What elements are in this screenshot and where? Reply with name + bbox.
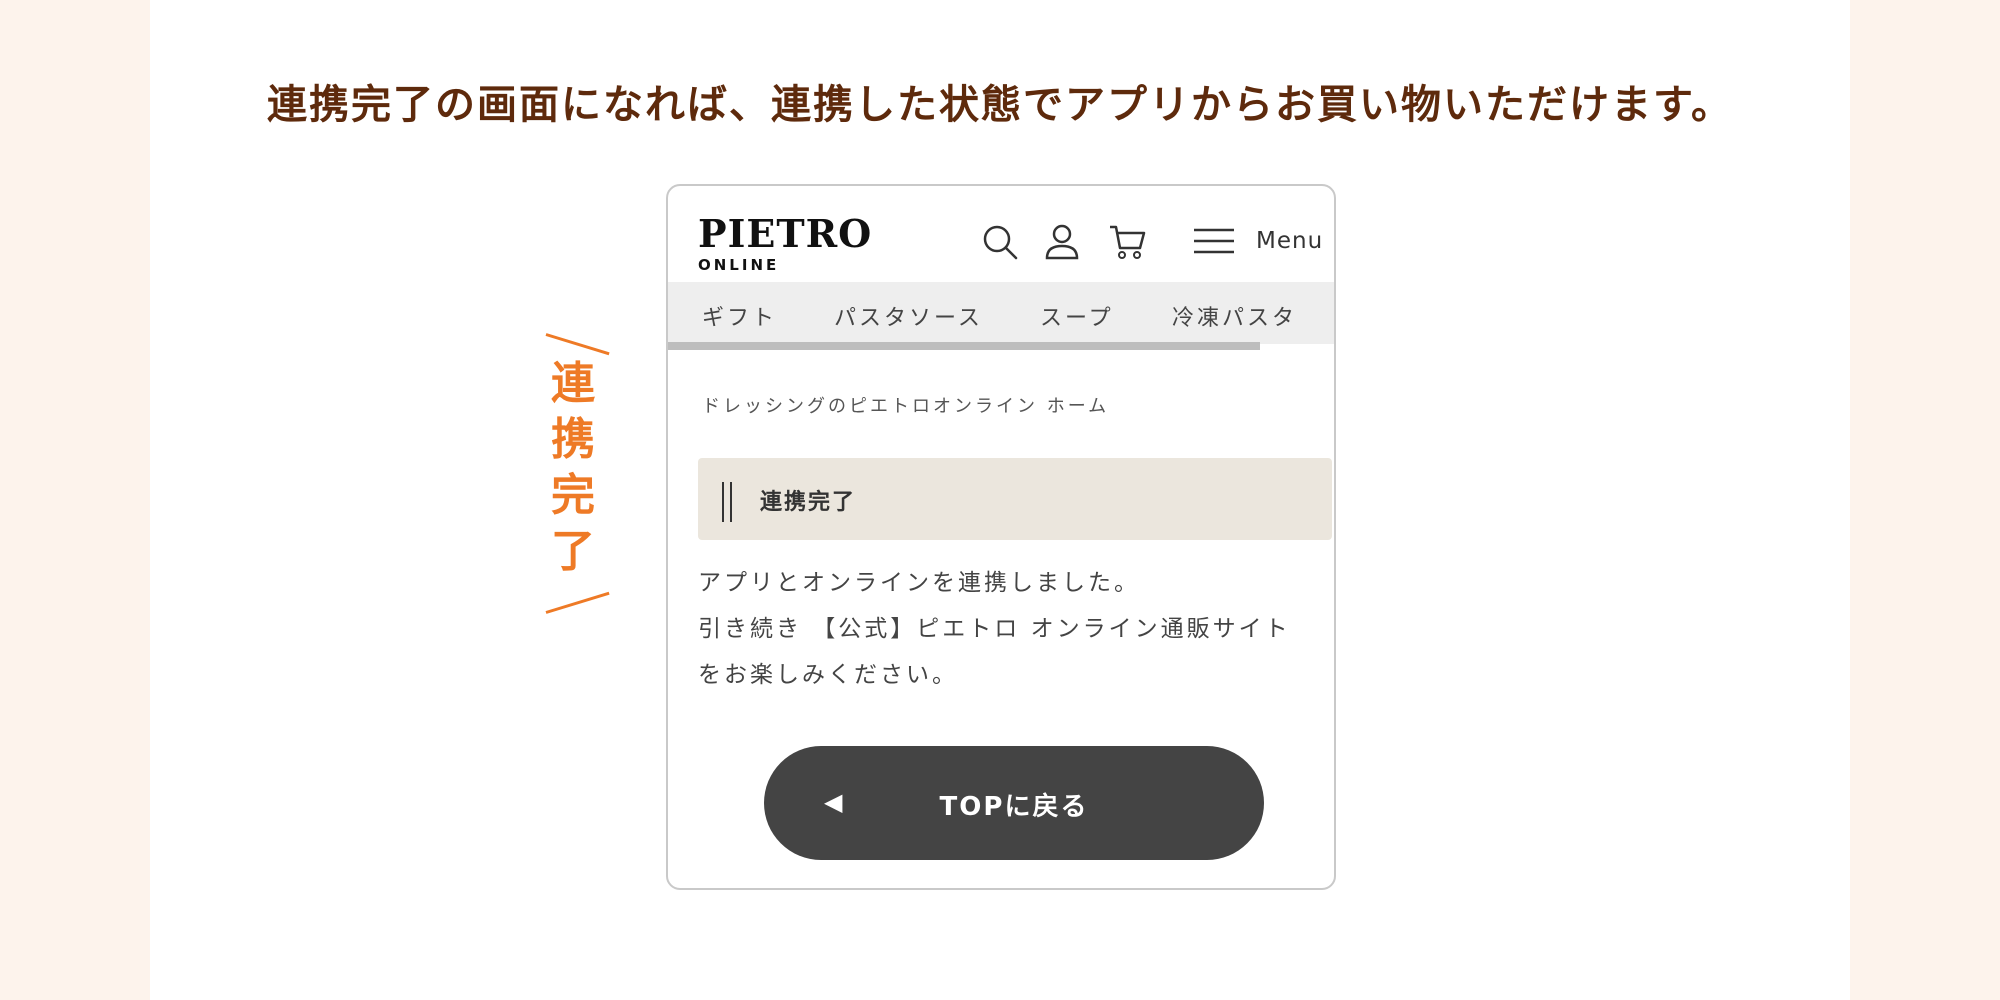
message-line: 引き続き 【公式】ピエトロ オンライン通販サイト (698, 616, 1291, 642)
message-line: をお楽しみください。 (698, 662, 958, 688)
search-icon[interactable] (980, 222, 1020, 266)
category-pasta-sauce[interactable]: パスタソース (834, 300, 983, 332)
notice-title: 連携完了 (760, 490, 857, 515)
logo-sub-text: ONLINE (698, 256, 780, 274)
phone-screen: PIETRO ONLINE Menu ギフト パスタソース スープ 冷凍パスタ … (666, 184, 1336, 890)
page-headline: 連携完了の画面になれば、連携した状態でアプリからお買い物いただけます。 (267, 82, 1733, 128)
completion-message: アプリとオンラインを連携しました。 引き続き 【公式】ピエトロ オンライン通販サ… (698, 560, 1318, 698)
user-icon[interactable] (1044, 222, 1080, 266)
side-label-char: 了 (551, 526, 595, 577)
side-label: 連 携 完 了 (548, 356, 598, 580)
logo-main-text: PIETRO (698, 211, 873, 256)
category-bar: ギフト パスタソース スープ 冷凍パスタ (668, 282, 1334, 344)
side-label-char: 連 (551, 358, 595, 409)
notice-box: 連携完了 (698, 458, 1332, 540)
cart-icon[interactable] (1108, 222, 1148, 266)
back-to-top-button[interactable]: ◀ TOPに戻る (764, 746, 1264, 860)
category-gift[interactable]: ギフト (702, 300, 777, 332)
category-soup[interactable]: スープ (1040, 300, 1114, 332)
side-label-char: 完 (551, 470, 595, 521)
pietro-logo[interactable]: PIETRO ONLINE (698, 211, 873, 275)
hamburger-menu-icon[interactable] (1192, 226, 1236, 260)
message-line: アプリとオンラインを連携しました。 (698, 570, 1140, 596)
breadcrumb[interactable]: ドレッシングのピエトロオンライン ホーム (702, 392, 1109, 418)
notice-accent-bar (730, 482, 732, 522)
menu-label[interactable]: Menu (1256, 228, 1323, 254)
category-scrollbar[interactable] (668, 342, 1260, 350)
side-label-char: 携 (551, 414, 595, 465)
notice-accent-bar (722, 482, 724, 522)
category-frozen-pasta[interactable]: 冷凍パスタ (1172, 300, 1297, 332)
back-to-top-label: TOPに戻る (939, 792, 1089, 822)
